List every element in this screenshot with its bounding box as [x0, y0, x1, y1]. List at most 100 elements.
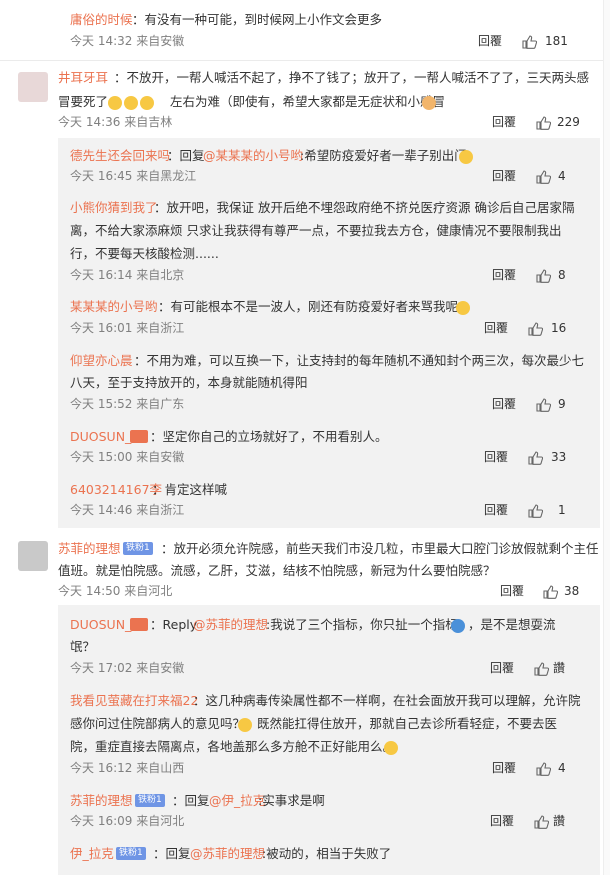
- fan-badge: 铁粉1: [116, 847, 146, 860]
- comment-meta: 今天 17:02 来自安徽: [70, 661, 185, 675]
- comment-text-line1: ：这几种病毒传染属性都不一样啊，在社会面放开我可以理解，允许院: [193, 693, 581, 708]
- reply-prefix: ：Reply: [150, 617, 198, 632]
- comment-text-line2: 离，不给大家添麻烦 只求让我获得有尊严一点，不要拉我去方仓，健康情况不要限制我出: [70, 223, 562, 238]
- reply-button[interactable]: 回覆: [492, 394, 516, 415]
- commenter-name[interactable]: DUOSUN_: [70, 614, 131, 635]
- like-count: 8: [558, 268, 566, 282]
- commenter-name[interactable]: 苏菲的理想: [70, 790, 133, 811]
- thumbs-up-icon[interactable]: [536, 398, 551, 412]
- comment-meta: 今天 16:09 来自河北: [70, 814, 185, 828]
- reply-button[interactable]: 回覆: [492, 166, 516, 187]
- comment-text-line2: 八天，至于支持放开的，本身就能随机得阳: [70, 375, 308, 390]
- commenter-name[interactable]: 仰望亦心晨: [70, 350, 133, 371]
- comment-meta: 今天 14:32 来自安徽: [70, 34, 185, 48]
- commenter-name[interactable]: 伊_拉克: [70, 843, 114, 864]
- comment-meta: 今天 15:52 来自广东: [70, 397, 185, 411]
- commenter-name[interactable]: 庸俗的时候: [70, 9, 133, 30]
- reply-button[interactable]: 回覆: [500, 581, 524, 602]
- comment-meta: 今天 16:45 来自黑龙江: [70, 169, 197, 183]
- fan-badge-icon: [130, 430, 148, 443]
- mention-link[interactable]: @苏菲的理想: [193, 614, 268, 635]
- thumbs-up-icon[interactable]: [536, 170, 551, 184]
- commenter-name[interactable]: 井耳牙耳: [58, 67, 108, 88]
- reply-button[interactable]: 回覆: [492, 758, 516, 779]
- doraemon-emoji-icon: [450, 617, 466, 633]
- commenter-name[interactable]: 某某某的小号哟: [70, 296, 158, 317]
- commenter-name[interactable]: DUOSUN_: [70, 426, 131, 447]
- fan-badge: 铁粉1: [135, 794, 165, 807]
- comment-text: ：有没有一种可能，到时候网上小作文会更多: [132, 12, 383, 27]
- grin-emoji-icon: [237, 716, 253, 732]
- comment-text: :我说了三个指标，你只扯一个指标: [266, 617, 458, 632]
- thumbs-up-icon[interactable]: [543, 585, 558, 599]
- thumbs-up-icon[interactable]: [534, 815, 549, 829]
- comment-meta: 今天 14:36 来自吉林: [58, 115, 173, 129]
- reply-button[interactable]: 回覆: [492, 265, 516, 286]
- comment-text-line3: 院，重症直接去隔离点，各地盖那么多方舱不正好能用么。: [70, 739, 396, 754]
- reply-prefix: ：回复: [153, 846, 191, 861]
- like-count: 33: [551, 450, 567, 464]
- commenter-name[interactable]: 小熊你猜到我了: [70, 197, 158, 218]
- comment-meta: 今天 16:01 来自浙江: [70, 321, 185, 335]
- thumbs-up-icon[interactable]: [522, 35, 537, 49]
- like-count: 16: [551, 321, 567, 335]
- like-count: 9: [558, 397, 566, 411]
- comment-text-line2: 氓？: [70, 639, 96, 654]
- thumbs-up-icon[interactable]: [528, 504, 543, 518]
- thumbs-up-icon[interactable]: [536, 762, 551, 776]
- comment-meta: 今天 14:50 来自河北: [58, 584, 173, 598]
- avatar[interactable]: [18, 541, 48, 571]
- reply-button[interactable]: 回覆: [492, 112, 516, 133]
- thumbs-up-icon[interactable]: [536, 269, 551, 283]
- avatar[interactable]: [18, 72, 48, 102]
- like-count: 1: [558, 503, 566, 517]
- comment-text-line2b: 既然能扛得住放开，那就自己去诊所看轻症，不要去医: [257, 716, 558, 731]
- commenter-name[interactable]: 德先生还会回来吗: [70, 145, 170, 166]
- like-count: 4: [558, 169, 566, 183]
- thumbs-up-icon[interactable]: [534, 662, 549, 676]
- comment-text-line2: 冒要死了: [58, 94, 109, 109]
- comment-meta: 今天 16:12 来自山西: [70, 761, 185, 775]
- like-label[interactable]: 讚: [553, 658, 565, 679]
- reply-button[interactable]: 回覆: [484, 318, 508, 339]
- comment-text-line3: 行，不要每天核酸检测......: [70, 246, 219, 261]
- mention-link[interactable]: @某某某的小号哟: [203, 145, 303, 166]
- commenter-name[interactable]: 苏菲的理想: [58, 538, 121, 559]
- emoji-icon: [107, 94, 155, 110]
- comment-text: :希望防疫爱好者一辈子别出门: [300, 148, 467, 163]
- reply-button[interactable]: 回覆: [490, 658, 514, 679]
- scrollbar[interactable]: [603, 0, 610, 875]
- divider: [0, 60, 610, 61]
- comment-text-line1: ：放开必须允许院感，前些天我们市没几粒，市里最大口腔门诊放假就剩个主任: [161, 541, 599, 556]
- like-count: 181: [545, 34, 568, 48]
- comment-text-cont: ，是不是想耍流: [468, 617, 556, 632]
- comment-text-line1: ：不用为难，可以互换一下，让支持封的每年随机不通知封个两三次，每次最少七: [134, 353, 585, 368]
- comment-meta: 今天 14:46 来自浙江: [70, 503, 185, 517]
- thumbs-up-icon[interactable]: [528, 322, 543, 336]
- reply-button[interactable]: 回覆: [490, 811, 514, 832]
- commenter-name[interactable]: 我看见萤藏在打来福22: [70, 690, 198, 711]
- pray-emoji-icon: [421, 94, 437, 110]
- comment-text-line1: ：不放开，一帮人喊活不起了，挣不了钱了；放开了，一帮人喊活不了了，三天两头感: [114, 70, 590, 85]
- mention-link[interactable]: @苏菲的理想: [190, 843, 265, 864]
- reply-button[interactable]: 回覆: [484, 447, 508, 468]
- reply-prefix: ：回复: [167, 148, 205, 163]
- reply-prefix: ：回复: [172, 793, 210, 808]
- thinking-emoji-icon: [383, 739, 399, 755]
- laugh-emoji-icon: [458, 148, 474, 164]
- comment-meta: 今天 15:00 来自安徽: [70, 450, 185, 464]
- commenter-name[interactable]: 6403214167李: [70, 479, 162, 500]
- comment-text: ：坚定你自己的立场就好了，不用看别人。: [150, 429, 388, 444]
- fan-badge: 铁粉1: [123, 542, 153, 555]
- reply-button[interactable]: 回覆: [478, 31, 502, 52]
- like-label[interactable]: 讚: [553, 811, 565, 832]
- reply-button[interactable]: 回覆: [484, 500, 508, 521]
- comment-text-line2: 值班。就是怕院感。流感，乙肝，艾滋，结核不怕院感，新冠为什么要怕院感？: [58, 563, 496, 578]
- mention-link[interactable]: @伊_拉克: [209, 790, 265, 811]
- comment-text-line2b: 左右为难（即使有，希望大家都是无症状和小感冒: [170, 94, 446, 109]
- smirk-emoji-icon: [455, 299, 471, 315]
- thumbs-up-icon[interactable]: [528, 451, 543, 465]
- fan-badge-icon: [130, 618, 148, 631]
- like-count: 4: [558, 761, 566, 775]
- thumbs-up-icon[interactable]: [536, 116, 551, 130]
